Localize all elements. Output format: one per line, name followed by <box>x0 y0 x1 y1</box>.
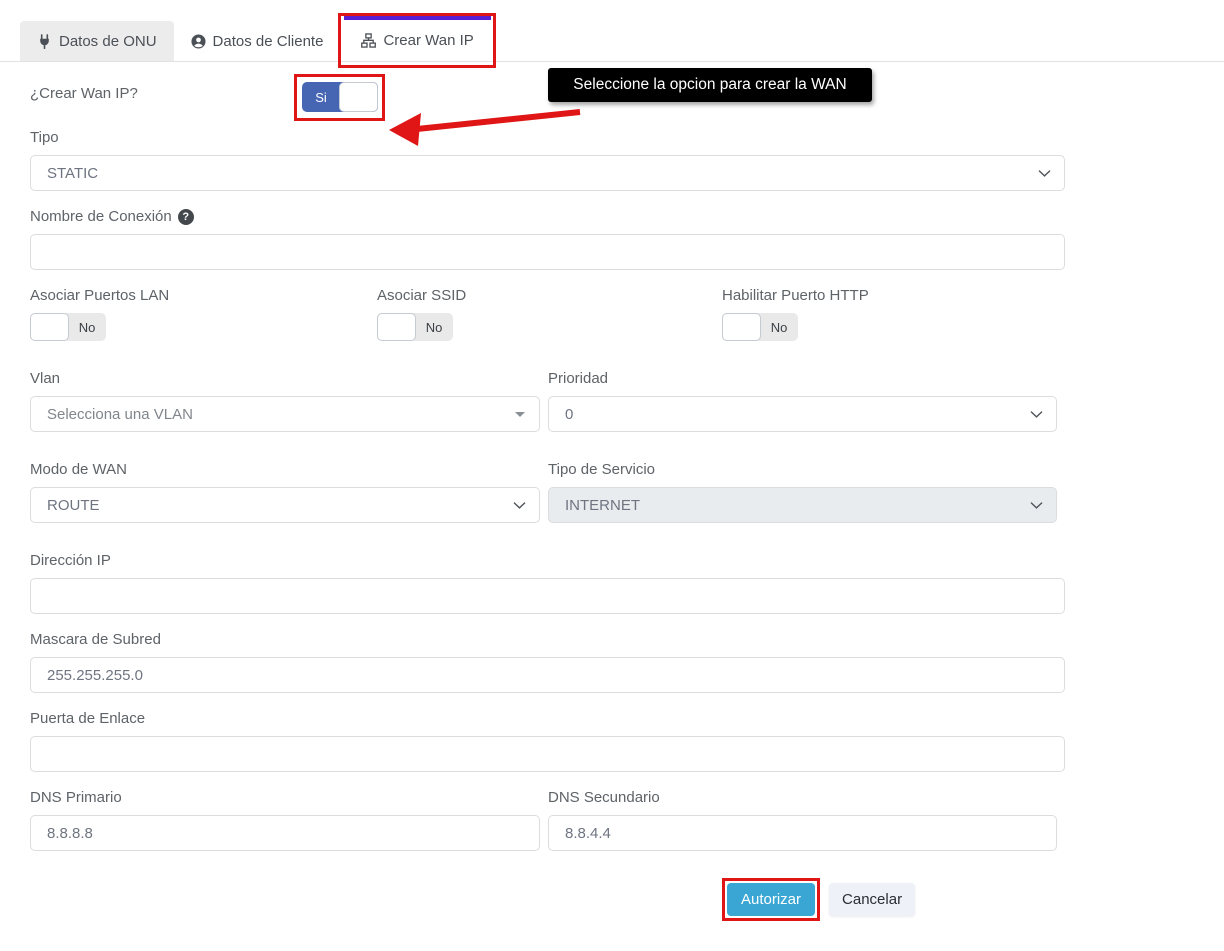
toggles-row: Asociar Puertos LAN No Asociar SSID No H… <box>30 288 1065 341</box>
mascara-subred-label: Mascara de Subred <box>30 632 1065 648</box>
vlan-prioridad-row: Vlan Selecciona una VLAN Prioridad 0 <box>30 371 1065 432</box>
vlan-label: Vlan <box>30 371 540 387</box>
toggle-knob <box>339 82 378 112</box>
chevron-down-icon <box>513 502 526 510</box>
toggle-knob <box>30 313 69 341</box>
form-actions: Autorizar Cancelar <box>722 878 1065 921</box>
nombre-conexion-label: Nombre de Conexión <box>30 209 172 225</box>
crear-wan-ip-form: ¿Crear Wan IP? Si Tipo STATIC Nombre de … <box>30 82 1065 921</box>
toggle-knob <box>722 313 761 341</box>
direccion-ip-input[interactable] <box>30 578 1065 614</box>
dns-primario-input[interactable] <box>30 815 540 851</box>
tipo-servicio-select-value: INTERNET <box>565 497 640 514</box>
dropdown-arrow-icon <box>515 412 525 417</box>
dns-secundario-input[interactable] <box>548 815 1057 851</box>
tab-datos-de-onu[interactable]: Datos de ONU <box>20 21 174 61</box>
direccion-ip-field: Dirección IP <box>30 553 1065 614</box>
prioridad-select-value: 0 <box>565 406 573 423</box>
nombre-conexion-input[interactable] <box>30 234 1065 270</box>
tipo-select-value: STATIC <box>47 165 98 182</box>
asociar-puertos-lan-toggle[interactable]: No <box>30 313 106 341</box>
tab-label: Crear Wan IP <box>383 32 473 49</box>
dns-secundario-label: DNS Secundario <box>548 790 1057 806</box>
cancelar-button[interactable]: Cancelar <box>829 883 915 916</box>
modo-wan-label: Modo de WAN <box>30 462 540 478</box>
plug-icon <box>37 34 52 49</box>
modo-servicio-row: Modo de WAN ROUTE Tipo de Servicio INTER… <box>30 462 1065 523</box>
crear-wan-row: ¿Crear Wan IP? Si <box>30 82 1065 112</box>
tipo-servicio-label: Tipo de Servicio <box>548 462 1057 478</box>
habilitar-puerto-http-field: Habilitar Puerto HTTP No <box>722 288 1065 341</box>
crear-wan-toggle[interactable]: Si <box>302 82 378 112</box>
vlan-select-placeholder: Selecciona una VLAN <box>47 406 193 423</box>
dns-primario-label: DNS Primario <box>30 790 540 806</box>
tipo-servicio-field: Tipo de Servicio INTERNET <box>548 462 1057 523</box>
vlan-field: Vlan Selecciona una VLAN <box>30 371 540 432</box>
modo-wan-select[interactable]: ROUTE <box>30 487 540 523</box>
chevron-down-icon <box>1038 170 1051 178</box>
direccion-ip-label: Dirección IP <box>30 553 1065 569</box>
mascara-subred-input[interactable] <box>30 657 1065 693</box>
tab-label: Datos de Cliente <box>213 33 324 50</box>
puerta-enlace-input[interactable] <box>30 736 1065 772</box>
asociar-puertos-lan-label: Asociar Puertos LAN <box>30 288 377 304</box>
dns-primario-field: DNS Primario <box>30 790 540 851</box>
tab-bar: Datos de ONU Datos de Cliente Crear Wan … <box>0 22 1224 62</box>
autorizar-button[interactable]: Autorizar <box>727 883 815 916</box>
tab-label: Datos de ONU <box>59 33 157 50</box>
vlan-select[interactable]: Selecciona una VLAN <box>30 396 540 432</box>
mascara-subred-field: Mascara de Subred <box>30 632 1065 693</box>
prioridad-label: Prioridad <box>548 371 1057 387</box>
toggle-knob <box>377 313 416 341</box>
modo-wan-select-value: ROUTE <box>47 497 100 514</box>
prioridad-select[interactable]: 0 <box>548 396 1057 432</box>
tipo-servicio-select: INTERNET <box>548 487 1057 523</box>
toggle-off-label: No <box>760 313 798 341</box>
toggle-off-label: No <box>415 313 453 341</box>
toggle-off-label: No <box>68 313 106 341</box>
crear-wan-label: ¿Crear Wan IP? <box>30 82 302 102</box>
sitemap-icon <box>361 33 376 48</box>
asociar-ssid-toggle[interactable]: No <box>377 313 453 341</box>
chevron-down-icon <box>1030 502 1043 510</box>
puerta-enlace-field: Puerta de Enlace <box>30 711 1065 772</box>
tab-datos-de-cliente[interactable]: Datos de Cliente <box>174 21 341 61</box>
puerta-enlace-label: Puerta de Enlace <box>30 711 1065 727</box>
nombre-conexion-field: Nombre de Conexión ? <box>30 209 1065 270</box>
dns-row: DNS Primario DNS Secundario <box>30 790 1065 851</box>
asociar-ssid-label: Asociar SSID <box>377 288 722 304</box>
asociar-ssid-field: Asociar SSID No <box>377 288 722 341</box>
habilitar-puerto-http-toggle[interactable]: No <box>722 313 798 341</box>
tipo-select[interactable]: STATIC <box>30 155 1065 191</box>
modo-wan-field: Modo de WAN ROUTE <box>30 462 540 523</box>
tipo-label: Tipo <box>30 130 1065 146</box>
asociar-puertos-lan-field: Asociar Puertos LAN No <box>30 288 377 341</box>
question-circle-icon[interactable]: ? <box>178 209 194 225</box>
tipo-field: Tipo STATIC <box>30 130 1065 191</box>
prioridad-field: Prioridad 0 <box>548 371 1057 432</box>
chevron-down-icon <box>1030 411 1043 419</box>
user-circle-icon <box>191 34 206 49</box>
tab-crear-wan-ip[interactable]: Crear Wan IP <box>344 16 490 61</box>
annotation-highlight-box: Autorizar <box>722 878 820 921</box>
toggle-on-label: Si <box>302 82 340 112</box>
dns-secundario-field: DNS Secundario <box>548 790 1057 851</box>
habilitar-puerto-http-label: Habilitar Puerto HTTP <box>722 288 1065 304</box>
